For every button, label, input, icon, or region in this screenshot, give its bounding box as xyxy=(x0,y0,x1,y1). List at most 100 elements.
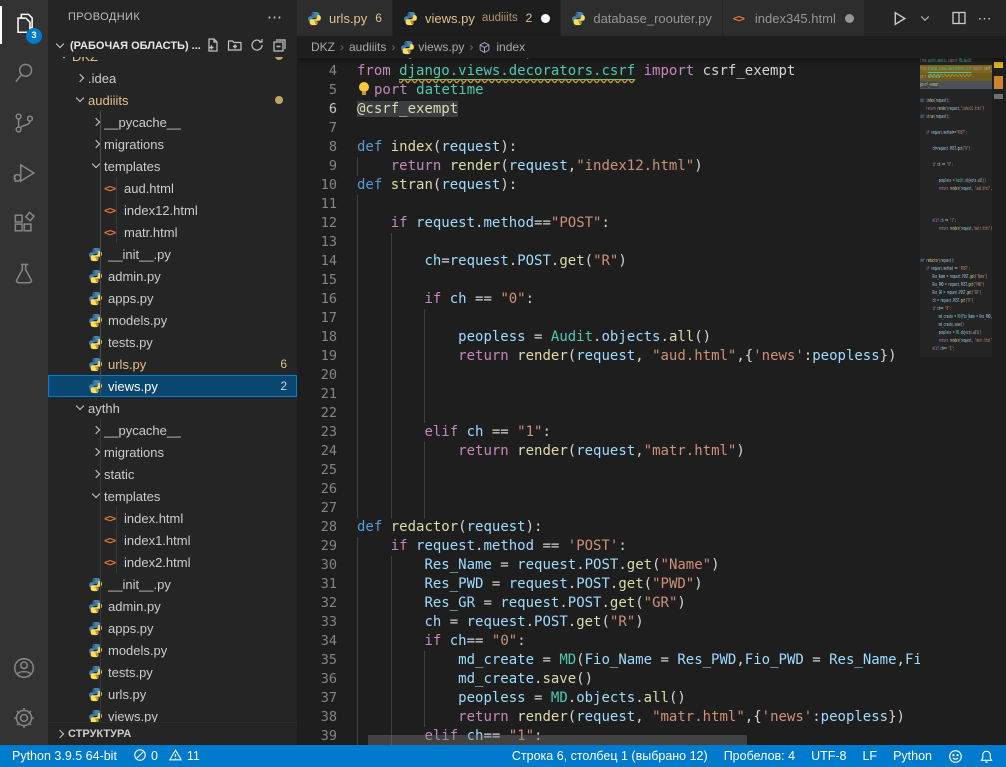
breadcrumb-item-audiiits[interactable]: audiiits xyxy=(349,40,386,54)
breadcrumb-item-views-py[interactable]: views.py xyxy=(400,40,464,55)
tree-file-models-py[interactable]: models.py xyxy=(48,309,297,331)
encoding-status[interactable]: UTF-8 xyxy=(811,749,846,763)
minimap-slider[interactable] xyxy=(920,57,992,357)
line-number: 34 xyxy=(297,632,337,651)
indentation-status[interactable]: Пробелов: 4 xyxy=(724,749,795,763)
feedback-icon[interactable] xyxy=(948,749,963,764)
tree-folder-migrations[interactable]: migrations xyxy=(48,441,297,463)
tree-file-tests-py[interactable]: tests.py xyxy=(48,661,297,683)
lightbulb-icon[interactable] xyxy=(357,82,374,96)
tab-urls-py[interactable]: urls.py6 xyxy=(297,0,393,36)
tree-file-matr-html[interactable]: <>matr.html xyxy=(48,221,297,243)
tree-item-label: views.py xyxy=(108,709,158,723)
problems-status[interactable]: 0 11 xyxy=(133,748,200,765)
extensions-icon xyxy=(11,210,37,241)
line-number: 33 xyxy=(297,613,337,632)
tree-file-models-py[interactable]: models.py xyxy=(48,639,297,661)
breadcrumb-item-index[interactable]: index xyxy=(478,40,525,54)
code-editor[interactable]: 3from aythh.models import MD,Audit4from … xyxy=(297,57,920,745)
tree-file-apps-py[interactable]: apps.py xyxy=(48,617,297,639)
run-debug-activity-button[interactable] xyxy=(0,150,48,200)
tree-folder--idea[interactable]: .idea xyxy=(48,67,297,89)
workspace-section-header[interactable]: (РАБОЧАЯ ОБЛАСТЬ) ... xyxy=(48,35,297,57)
new-file-button[interactable] xyxy=(205,37,221,56)
tree-file-index12-html[interactable]: <>index12.html xyxy=(48,199,297,221)
language-mode-status[interactable]: Python xyxy=(893,749,932,763)
explorer-activity-button[interactable]: 3 xyxy=(0,0,48,50)
tree-folder-templates[interactable]: templates xyxy=(48,155,297,177)
indent-guide xyxy=(357,461,358,480)
views-and-more-actions-button[interactable]: ⋯ xyxy=(267,0,297,35)
editor-more-actions-button[interactable]: ⋯ xyxy=(974,7,996,29)
tree-file-aud-html[interactable]: <>aud.html xyxy=(48,177,297,199)
breadcrumb-item-DKZ[interactable]: DKZ xyxy=(311,40,335,54)
tab-problems-badge: 6 xyxy=(375,11,382,25)
code-line-15: 15 xyxy=(297,271,920,290)
tab-database_roouter-py[interactable]: database_roouter.py xyxy=(561,0,723,36)
tab-views-py[interactable]: views.pyaudiiits2 xyxy=(393,0,561,36)
tree-folder-aythh[interactable]: aythh xyxy=(48,397,297,419)
code-line-16: 16 if ch == "0": xyxy=(297,290,920,309)
tree-file-views-py[interactable]: views.py2 xyxy=(48,375,297,397)
tree-item-label: admin.py xyxy=(108,269,161,284)
tree-folder-templates[interactable]: templates xyxy=(48,485,297,507)
tree-item-label: models.py xyxy=(108,313,167,328)
breadcrumb-separator: › xyxy=(469,40,473,54)
tree-folder-__pycache__[interactable]: __pycache__ xyxy=(48,111,297,133)
tree-file-urls-py[interactable]: urls.py xyxy=(48,683,297,705)
run-dropdown-chevron-icon[interactable] xyxy=(914,7,936,29)
tree-file-index1-html[interactable]: <>index1.html xyxy=(48,529,297,551)
testing-activity-button[interactable] xyxy=(0,250,48,300)
outline-section-header[interactable]: СТРУКТУРА xyxy=(48,722,297,745)
tree-item-label: apps.py xyxy=(108,621,154,636)
indent-guide xyxy=(424,366,425,385)
indent-guide xyxy=(391,385,392,404)
line-number: 11 xyxy=(297,195,337,214)
eol-status[interactable]: LF xyxy=(862,749,877,763)
tree-file-views-py[interactable]: views.py xyxy=(48,705,297,722)
run-python-file-button[interactable] xyxy=(888,7,910,29)
code-line-9: 9 return render(request,"index12.html") xyxy=(297,157,920,176)
tree-folder-__pycache__[interactable]: __pycache__ xyxy=(48,419,297,441)
tree-item-label: tests.py xyxy=(108,665,153,680)
new-folder-button[interactable] xyxy=(227,37,243,56)
warning-icon xyxy=(168,748,183,765)
indent-guide xyxy=(391,499,392,518)
account-icon xyxy=(11,655,37,686)
tree-file-index2-html[interactable]: <>index2.html xyxy=(48,551,297,573)
tree-indent-guide xyxy=(100,419,101,722)
minimap[interactable]: from aythh.models import MD,Auditfrom dj… xyxy=(920,57,992,745)
source-control-activity-button[interactable] xyxy=(0,100,48,150)
settings-button[interactable] xyxy=(0,695,48,745)
tree-file-tests-py[interactable]: tests.py xyxy=(48,331,297,353)
cursor-position-status[interactable]: Строка 6, столбец 1 (выбрано 12) xyxy=(512,749,708,763)
tree-item-label: __init__.py xyxy=(108,247,171,262)
tree-file-index-html[interactable]: <>index.html xyxy=(48,507,297,529)
line-number: 35 xyxy=(297,651,337,670)
horizontal-scrollbar[interactable] xyxy=(368,735,747,745)
tree-file-__init__-py[interactable]: __init__.py xyxy=(48,243,297,265)
code-line-23: 23 elif ch == "1": xyxy=(297,423,920,442)
tab-index345-html[interactable]: <>index345.html xyxy=(723,0,865,36)
extensions-activity-button[interactable] xyxy=(0,200,48,250)
tree-file-admin-py[interactable]: admin.py xyxy=(48,265,297,287)
overview-ruler-mark xyxy=(994,94,1003,99)
tree-file-urls-py[interactable]: urls.py6 xyxy=(48,353,297,375)
tree-file-__init__-py[interactable]: __init__.py xyxy=(48,573,297,595)
tree-folder-DKZ[interactable]: DKZ xyxy=(48,57,297,67)
indent-guide xyxy=(424,385,425,404)
chevron-right-icon xyxy=(88,463,104,485)
tree-folder-audiiits[interactable]: audiiits xyxy=(48,89,297,111)
notifications-bell-icon[interactable] xyxy=(979,749,994,764)
tree-file-apps-py[interactable]: apps.py xyxy=(48,287,297,309)
python-interpreter-status[interactable]: Python 3.9.5 64-bit xyxy=(12,749,117,763)
tree-file-admin-py[interactable]: admin.py xyxy=(48,595,297,617)
tab-problems-badge: 2 xyxy=(526,11,533,25)
tree-folder-static[interactable]: static xyxy=(48,463,297,485)
collapse-all-button[interactable] xyxy=(271,37,287,56)
tree-folder-migrations[interactable]: migrations xyxy=(48,133,297,155)
account-button[interactable] xyxy=(0,645,48,695)
search-activity-button[interactable] xyxy=(0,50,48,100)
refresh-button[interactable] xyxy=(249,37,265,56)
split-editor-button[interactable] xyxy=(948,7,970,29)
